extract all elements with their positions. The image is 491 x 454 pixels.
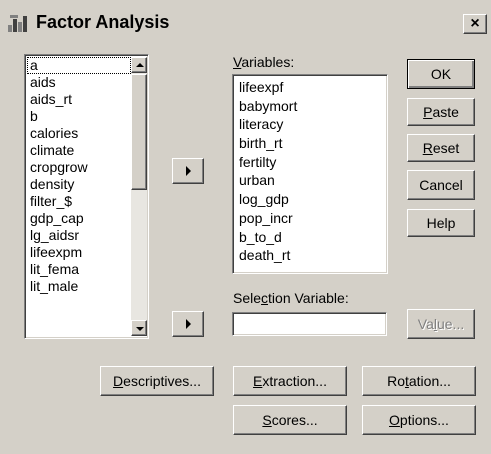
ok-label: OK <box>430 66 452 82</box>
selection-variable-field[interactable] <box>232 312 387 336</box>
source-list-item[interactable]: a <box>27 57 131 74</box>
extraction-button[interactable]: Extraction... <box>233 366 347 396</box>
move-to-variables-button[interactable] <box>172 158 204 184</box>
descriptives-button[interactable]: Descriptives... <box>100 366 214 396</box>
ok-button[interactable]: OK <box>407 59 475 89</box>
source-list-item[interactable]: climate <box>27 142 131 159</box>
source-list-item[interactable]: lit_male <box>27 278 131 295</box>
variable-list-item[interactable]: fertilty <box>237 153 297 172</box>
variable-list-item[interactable]: urban <box>237 171 297 190</box>
value-label: Value... <box>417 316 465 332</box>
source-list-item[interactable]: lifeexpm <box>27 244 131 261</box>
variable-list-item[interactable]: literacy <box>237 115 297 134</box>
source-list-item[interactable]: b <box>27 108 131 125</box>
close-button[interactable]: × <box>463 14 487 34</box>
variable-list-item[interactable]: lifeexpf <box>237 78 297 97</box>
cancel-button[interactable]: Cancel <box>407 170 475 200</box>
variables-label: Variables: <box>233 54 295 70</box>
variable-list-item[interactable]: log_gdp <box>237 190 297 209</box>
options-label: Options... <box>389 412 449 428</box>
help-label: Help <box>426 215 456 231</box>
help-button[interactable]: Help <box>407 209 475 237</box>
source-variable-items: a aids aids_rt b calories climate cropgrow dens… <box>27 57 131 295</box>
paste-button[interactable]: Paste <box>407 98 475 126</box>
descriptives-label: Descriptives... <box>113 373 201 389</box>
selection-variable-label: Selection Variable: <box>233 290 349 306</box>
source-list-item[interactable]: filter_$ <box>27 193 131 210</box>
source-list-item[interactable]: cropgrow <box>27 159 131 176</box>
value-button[interactable]: Value... <box>407 309 475 339</box>
spss-app-icon <box>8 15 27 32</box>
reset-button[interactable]: Reset <box>407 134 475 162</box>
source-list-item[interactable]: gdp_cap <box>27 210 131 227</box>
source-list-item[interactable]: aids_rt <box>27 91 131 108</box>
source-list-scrollbar[interactable] <box>131 57 147 336</box>
scores-button[interactable]: Scores... <box>233 405 347 435</box>
source-list-item[interactable]: density <box>27 176 131 193</box>
close-icon: × <box>470 15 480 32</box>
source-list-item[interactable]: aids <box>27 74 131 91</box>
rotation-button[interactable]: Rotation... <box>362 366 476 396</box>
source-list-item[interactable]: lit_fema <box>27 261 131 278</box>
paste-label: Paste <box>423 104 459 120</box>
arrow-right-icon <box>185 166 191 176</box>
scroll-down-button[interactable] <box>131 320 147 336</box>
move-to-selection-button[interactable] <box>172 311 204 337</box>
reset-label: Reset <box>422 140 460 156</box>
source-variable-list[interactable]: a aids aids_rt b calories climate cropgrow dens… <box>24 54 149 339</box>
variable-list-item[interactable]: b_to_d <box>237 228 297 247</box>
source-list-item[interactable]: calories <box>27 125 131 142</box>
window-title: Factor Analysis <box>36 12 170 32</box>
arrow-down-icon <box>136 327 144 331</box>
variable-list-item[interactable]: death_rt <box>237 246 297 265</box>
scroll-thumb[interactable] <box>131 74 147 190</box>
variable-list-item[interactable]: babymort <box>237 97 297 116</box>
arrow-up-icon <box>136 63 144 67</box>
variable-list-item[interactable]: pop_incr <box>237 209 297 228</box>
arrow-right-icon <box>185 319 191 329</box>
variables-list[interactable]: lifeexpf babymort literacy birth_rt fertilty… <box>232 74 388 274</box>
scores-label: Scores... <box>262 412 318 428</box>
variable-list-item[interactable]: birth_rt <box>237 134 297 153</box>
source-list-item[interactable]: lg_aidsr <box>27 227 131 244</box>
title-bar[interactable]: Factor Analysis × <box>0 0 491 40</box>
options-button[interactable]: Options... <box>362 405 476 435</box>
extraction-label: Extraction... <box>253 373 327 389</box>
variables-items: lifeexpf babymort literacy birth_rt fertilty… <box>237 78 297 265</box>
cancel-label: Cancel <box>419 177 463 193</box>
scroll-up-button[interactable] <box>131 57 147 73</box>
rotation-label: Rotation... <box>387 373 451 389</box>
factor-analysis-dialog: Factor Analysis × a aids aids_rt b calories c… <box>0 0 491 454</box>
